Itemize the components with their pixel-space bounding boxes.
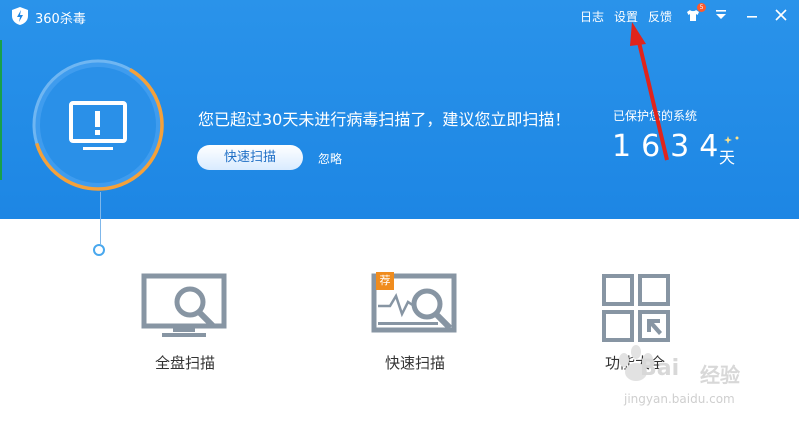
quick-scan-tile[interactable]: 荐 快速扫描: [350, 268, 480, 378]
protected-days-count: 1634: [612, 129, 729, 164]
shield-logo-icon: [12, 7, 28, 25]
close-icon[interactable]: [773, 7, 789, 23]
watermark-brand-cn: 经验: [700, 363, 740, 387]
quick-scan-label: 快速扫描: [384, 354, 445, 372]
window-edge: [0, 40, 2, 180]
full-scan-label: 全盘扫描: [154, 354, 215, 372]
full-scan-icon: [141, 273, 227, 337]
scan-warning-text: 您已超过30天未进行病毒扫描了，建议您立即扫描！: [198, 110, 571, 129]
log-link[interactable]: 日志: [580, 8, 604, 25]
timeline-line: [100, 192, 101, 244]
watermark-brand: Bai: [640, 356, 680, 381]
protected-label: 已保护您的系统: [613, 109, 698, 123]
feedback-link[interactable]: 反馈: [648, 8, 672, 25]
timeline-node: [93, 244, 105, 256]
sparkle-icon: [724, 136, 739, 144]
toolbox-grid-icon: [602, 274, 670, 342]
app-title: 360杀毒: [35, 12, 86, 27]
watermark-url: jingyan.baidu.com: [624, 392, 735, 406]
title-bar: 360杀毒 日志 设置 反馈 5: [0, 0, 799, 32]
ignore-link[interactable]: 忽略: [318, 150, 342, 167]
skin-badge: 5: [697, 3, 706, 12]
quick-scan-button[interactable]: 快速扫描: [197, 145, 303, 170]
settings-link[interactable]: 设置: [614, 8, 638, 25]
recommend-tag: 荐: [376, 272, 394, 290]
full-scan-tile[interactable]: 全盘扫描: [120, 268, 250, 378]
menu-dropdown-icon[interactable]: [713, 7, 729, 23]
status-ring: [32, 59, 164, 191]
minimize-icon[interactable]: [744, 7, 760, 23]
